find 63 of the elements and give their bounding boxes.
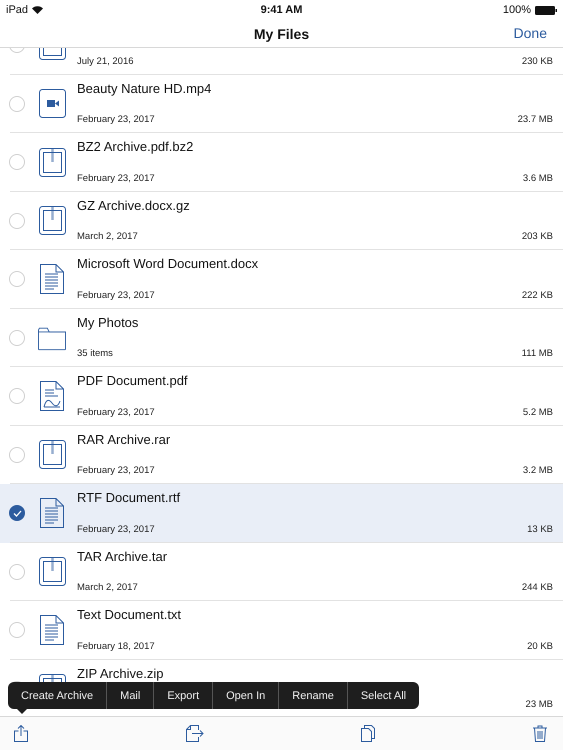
file-size: 203 KB [522, 231, 553, 242]
video-icon [38, 89, 66, 118]
file-date: February 23, 2017 [77, 172, 155, 184]
file-size: 3.2 MB [522, 465, 553, 476]
file-date: 35 items [77, 348, 113, 359]
file-name: RAR Archive.rar [77, 432, 170, 446]
file-name: BZ2 Archive.pdf.bz2 [77, 139, 194, 154]
menu-item[interactable]: Create Archive [8, 682, 106, 709]
document-icon [40, 615, 64, 646]
file-date: February 23, 2017 [77, 524, 155, 534]
file-size: 13 KB [527, 524, 553, 534]
file-date: February 23, 2017 [77, 465, 155, 476]
file-date: February 23, 2017 [77, 290, 155, 300]
archive-icon [38, 440, 66, 470]
file-name: Text Document.txt [77, 607, 182, 622]
archive-icon [38, 206, 66, 236]
battery-icon [535, 6, 557, 14]
file-date: February 23, 2017 [77, 114, 155, 125]
file-size: 20 KB [527, 640, 553, 652]
copy-icon[interactable] [361, 725, 376, 742]
file-size: 5.2 MB [522, 406, 553, 418]
file-size: 3.6 MB [522, 172, 553, 184]
share-icon[interactable] [14, 725, 28, 742]
document-icon [40, 264, 64, 294]
selection-circle[interactable] [9, 505, 25, 522]
trash-icon[interactable] [532, 725, 547, 742]
done-button[interactable]: Done [512, 23, 549, 43]
file-name: GZ Archive.docx.gz [77, 198, 190, 212]
device-name: iPad [6, 4, 28, 16]
menu-item[interactable]: Select All [346, 682, 420, 709]
file-name: RTF Document.rtf [77, 490, 180, 505]
menu-item[interactable]: Rename [278, 682, 347, 709]
folder-icon [38, 324, 66, 351]
pdf-file-icon [40, 381, 64, 412]
menu-item[interactable]: Open In [212, 682, 278, 709]
file-date: July 21, 2016 [77, 56, 134, 66]
battery-percent: 100% [502, 4, 531, 16]
file-name: Beauty Nature HD.mp4 [77, 80, 212, 96]
archive-icon [38, 148, 66, 177]
document-icon [40, 498, 64, 528]
file-name: My Photos [77, 314, 138, 330]
menu-item[interactable]: Mail [106, 682, 154, 709]
status-time: 9:41 AM [260, 4, 302, 16]
file-name: ZIP Archive.zip [77, 666, 164, 680]
file-date: February 23, 2017 [77, 406, 155, 418]
file-name: Microsoft Word Document.docx [77, 256, 258, 271]
file-row[interactable]: RTF Document.rtf February 23, 2017 13 KB [0, 484, 563, 542]
wifi-icon [32, 6, 44, 14]
move-out-icon[interactable] [186, 725, 204, 742]
file-name: TAR Archive.tar [77, 548, 168, 564]
file-size: 230 KB [522, 56, 553, 66]
file-size: 222 KB [522, 290, 553, 300]
file-name: PDF Document.pdf [77, 373, 188, 388]
file-size: 244 KB [522, 582, 553, 593]
menu-item[interactable]: Export [153, 682, 212, 709]
archive-icon [38, 557, 66, 586]
file-date: March 2, 2017 [77, 582, 138, 593]
file-size: 111 MB [522, 348, 553, 359]
file-size: 23 MB [526, 699, 553, 710]
file-size: 23.7 MB [518, 114, 553, 125]
nav-title: My Files [254, 26, 310, 42]
file-date: February 18, 2017 [77, 640, 155, 652]
file-date: March 2, 2017 [77, 231, 138, 242]
